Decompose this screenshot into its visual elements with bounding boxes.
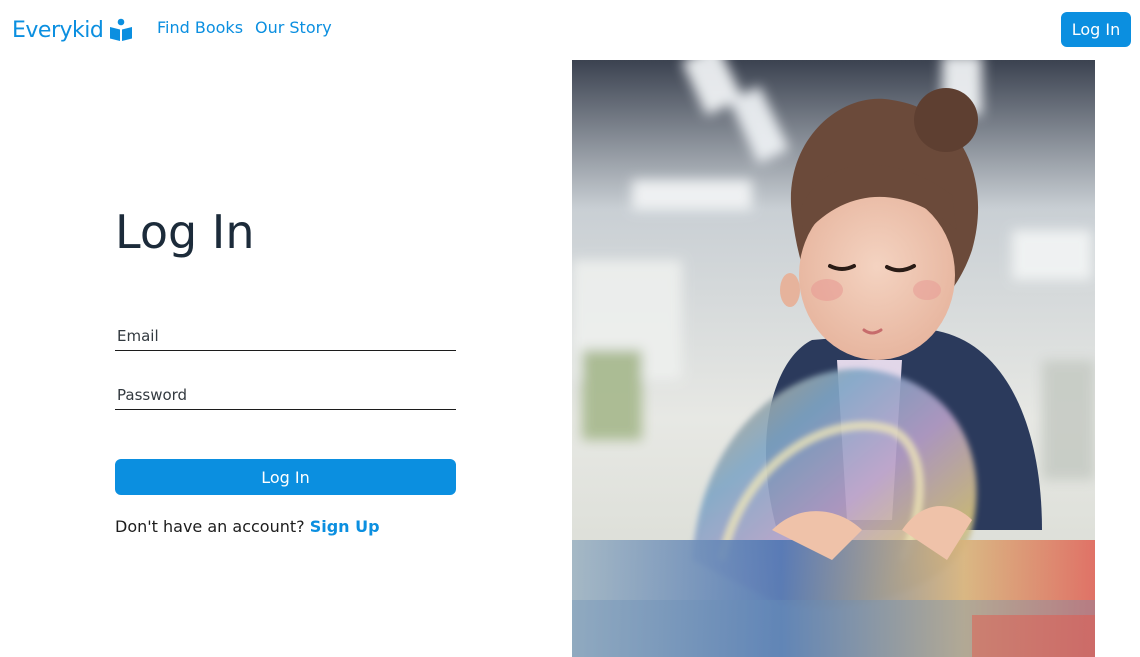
email-input[interactable] xyxy=(115,321,456,351)
hero-photo-child-reading xyxy=(572,60,1095,657)
brand-name: Everykid xyxy=(12,17,104,43)
signup-row: Don't have an account? Sign Up xyxy=(115,517,380,536)
page-title: Log In xyxy=(115,205,255,259)
open-book-reader-icon xyxy=(110,18,133,41)
password-input[interactable] xyxy=(115,380,456,410)
signup-link[interactable]: Sign Up xyxy=(310,517,380,536)
signup-prompt: Don't have an account? xyxy=(115,517,310,536)
login-submit-button[interactable]: Log In xyxy=(115,459,456,495)
navbar: Everykid Find Books Our Story Log In xyxy=(0,0,1140,60)
nav-link-find-books[interactable]: Find Books xyxy=(157,18,243,37)
nav-link-our-story[interactable]: Our Story xyxy=(255,18,332,37)
header-login-button[interactable]: Log In xyxy=(1061,12,1131,47)
brand-home-link[interactable]: Everykid xyxy=(12,13,133,47)
